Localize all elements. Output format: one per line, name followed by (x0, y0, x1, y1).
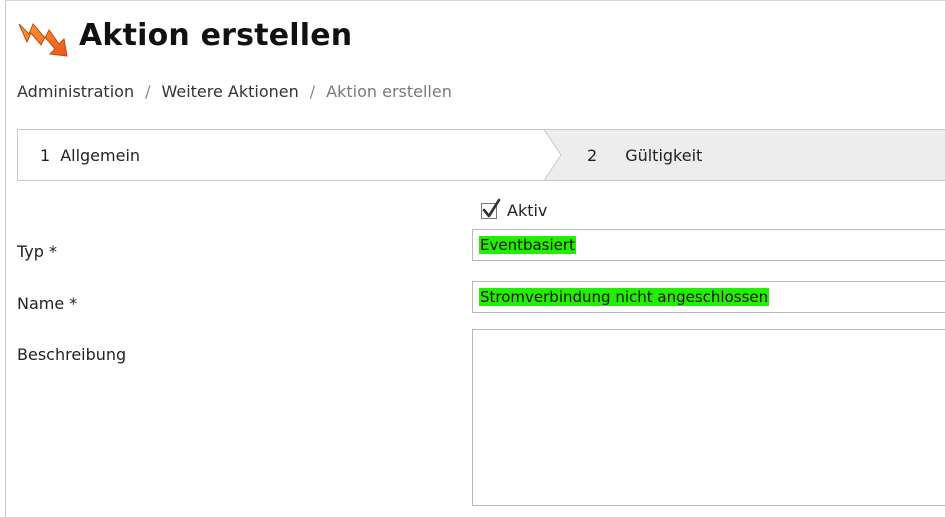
wizard-step-gueltigkeit[interactable]: 2 Gültigkeit (587, 146, 702, 165)
breadcrumb-current: Aktion erstellen (326, 82, 452, 101)
step-number: 1 (40, 146, 51, 165)
aktiv-checkbox-row: Aktiv (481, 198, 548, 220)
wizard-steps: 1 Allgemein 2 Gültigkeit (17, 129, 945, 181)
beschreibung-label: Beschreibung (17, 345, 127, 364)
name-label: Name * (17, 294, 78, 313)
window-left-border (5, 0, 6, 517)
name-value: Stromverbindung nicht angeschlossen (479, 288, 770, 306)
wizard-background (17, 129, 945, 181)
step-label: Allgemein (60, 146, 141, 165)
step-number: 2 (587, 146, 598, 165)
breadcrumb-weitere-aktionen[interactable]: Weitere Aktionen (161, 82, 298, 101)
breadcrumb-separator: / (309, 82, 316, 101)
page-title: Aktion erstellen (79, 17, 353, 53)
breadcrumb: Administration / Weitere Aktionen / Aktion e… (17, 82, 452, 101)
typ-value: Eventbasiert (479, 236, 576, 254)
aktiv-checkbox[interactable] (481, 198, 501, 219)
wizard-step-allgemein[interactable]: 1 Allgemein (40, 146, 140, 165)
breadcrumb-separator: / (145, 82, 151, 101)
orange-arrow-logo-icon (18, 23, 68, 57)
aktiv-label: Aktiv (507, 201, 548, 220)
breadcrumb-administration[interactable]: Administration (17, 82, 134, 101)
step-label: Gültigkeit (625, 146, 703, 165)
typ-field[interactable]: Eventbasiert (472, 229, 945, 261)
checkmark-icon (482, 198, 501, 217)
page-header: Aktion erstellen (15, 10, 352, 60)
name-field[interactable]: Stromverbindung nicht angeschlossen (472, 281, 945, 313)
window-top-border (5, 0, 945, 1)
beschreibung-textarea[interactable] (472, 329, 945, 506)
typ-label: Typ * (17, 242, 57, 261)
